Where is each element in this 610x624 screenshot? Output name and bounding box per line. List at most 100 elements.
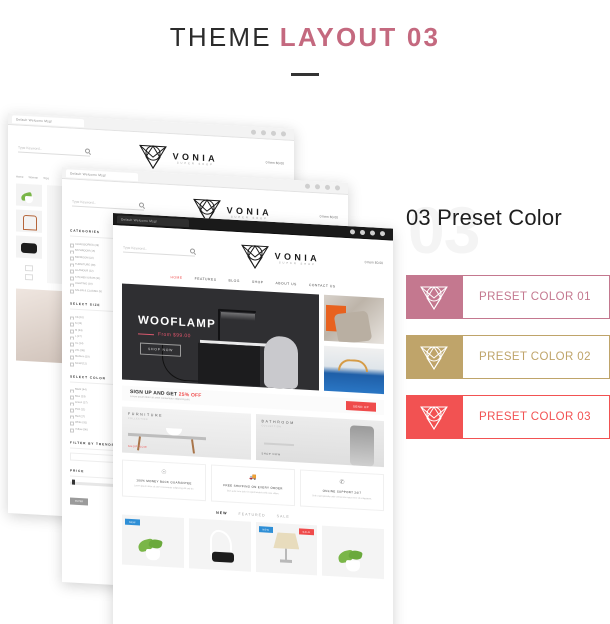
hero-title: WOOFLAMP: [138, 314, 216, 331]
hero-shop-now-button[interactable]: SHOP NOW: [140, 342, 182, 357]
product-card[interactable]: [188, 518, 251, 572]
window-control-dot[interactable]: [360, 229, 365, 236]
window-control-dot[interactable]: [350, 229, 355, 235]
truck-icon: 🚚: [249, 474, 257, 482]
search-icon[interactable]: [139, 202, 144, 208]
chevron-down-icon[interactable]: [25, 273, 33, 281]
thumbnail-nav-arrows[interactable]: [16, 264, 42, 281]
site-logo-front[interactable]: VONIA SUPER SHOP: [240, 241, 320, 274]
preset-swatch-02[interactable]: [406, 335, 462, 379]
promo-signup-button[interactable]: SEND UP: [345, 401, 376, 412]
hero-banner[interactable]: WOOFLAMP From $99.00 SHOP NOW: [122, 283, 319, 391]
category-banner-bathroom[interactable]: BATHROOM COLLECTION SHOP NOW: [255, 413, 384, 468]
category-banner-button[interactable]: SHOP NOW: [128, 445, 147, 449]
category-banner-furniture[interactable]: FURNITURE COLLECTION SHOP NOW: [122, 406, 251, 460]
breadcrumb-item[interactable]: Tops: [43, 176, 49, 180]
slider-handle[interactable]: [72, 480, 75, 486]
search-input-front[interactable]: Type Keyword...: [123, 245, 147, 250]
cart-total-front: 0 Item $0.00: [364, 260, 383, 266]
window-control-dot[interactable]: [271, 130, 276, 136]
window-control-dot[interactable]: [370, 230, 375, 236]
product-thumbnail-list[interactable]: [16, 183, 42, 282]
product-thumbnail[interactable]: [16, 235, 42, 259]
product-card[interactable]: NEW SALE: [255, 522, 318, 576]
service-feature: ☉ 100% MONEY BACK GUARANTEE Lorem ipsum …: [122, 459, 206, 502]
site-logo-back[interactable]: VONIA SUPER SHOP: [138, 141, 218, 174]
nav-item-blog[interactable]: BLOG: [228, 278, 239, 283]
cart-widget-front[interactable]: 0 Item $0.00: [365, 260, 383, 265]
product-thumbnail[interactable]: [16, 209, 42, 233]
preset-label-01[interactable]: PRESET COLOR 01: [462, 275, 610, 319]
browser-window-controls-front[interactable]: [350, 229, 389, 237]
antler-base-decoration: [212, 551, 235, 564]
preset-color-panel: 03 03 Preset Color PRESET COLOR 01 PRESE…: [406, 197, 610, 439]
product-badge-new: NEW: [125, 518, 140, 526]
search-icon[interactable]: [85, 148, 90, 154]
tab-sale[interactable]: SALE: [277, 514, 290, 519]
towel-decoration: [350, 425, 374, 467]
tab-featured[interactable]: FEATURED: [239, 512, 266, 518]
preset-label-02[interactable]: PRESET COLOR 02: [462, 335, 610, 379]
service-feature: ✆ ONLINE SUPPORT 24/7 Sed ut perspiciati…: [300, 469, 384, 512]
window-control-dot[interactable]: [281, 131, 286, 137]
search-icon[interactable]: [190, 248, 195, 254]
chevron-up-icon[interactable]: [25, 264, 33, 272]
browser-window-controls-back[interactable]: [251, 129, 290, 137]
hero-dash-divider: [138, 332, 154, 335]
cart-widget-middle[interactable]: 0 Item $0.00: [320, 214, 338, 219]
product-card[interactable]: NEW: [122, 514, 184, 569]
preset-swatch-03[interactable]: [406, 395, 462, 439]
search-box-back[interactable]: Type Keyword...: [18, 144, 90, 157]
window-control-dot[interactable]: [251, 129, 256, 135]
vonia-diamond-logo-icon: [420, 286, 448, 310]
cart-widget-back[interactable]: 0 Item $0.00: [266, 160, 284, 165]
preset-color-01-row[interactable]: PRESET COLOR 01: [406, 275, 610, 319]
search-input-back[interactable]: Type Keyword...: [18, 145, 42, 150]
page-root: THEME LAYOUT 03 Default Welcome Msg! Type…: [0, 0, 610, 624]
cart-total-middle: 0 Item $0.00: [319, 214, 338, 220]
search-input-middle[interactable]: Type Keyword...: [72, 199, 96, 204]
category-banner-label: FURNITURE: [128, 411, 164, 418]
hero-side-tiles: [324, 294, 384, 395]
category-banner-label: BATHROOM: [261, 419, 295, 426]
nav-item-home[interactable]: HOME: [170, 275, 182, 280]
lamp-shade-decoration: [273, 532, 299, 549]
window-control-dot[interactable]: [335, 185, 340, 191]
tile-pillows[interactable]: [324, 294, 384, 344]
nav-item-contact[interactable]: CONTACT US: [309, 283, 336, 288]
lamp-pole-decoration: [218, 309, 220, 340]
browser-mockup-stack: Default Welcome Msg! Type Keyword... VON…: [0, 95, 400, 624]
service-feature: 🚚 FREE SHIPPING ON EVERY ORDER Duis aute…: [211, 464, 295, 507]
search-box-middle[interactable]: Type Keyword...: [72, 198, 144, 211]
product-thumbnail[interactable]: [16, 183, 42, 207]
product-card[interactable]: [322, 525, 384, 580]
window-control-dot[interactable]: [305, 183, 310, 189]
breadcrumb-item[interactable]: Home: [16, 174, 23, 178]
category-banner-sub: COLLECTION: [128, 417, 148, 421]
nav-item-features[interactable]: FEATURES: [195, 277, 217, 282]
vonia-diamond-logo-icon: [420, 406, 448, 430]
window-control-dot[interactable]: [315, 184, 320, 190]
product-badge-sale: SALE: [298, 528, 315, 536]
preset-color-03-row[interactable]: PRESET COLOR 03: [406, 395, 610, 439]
preset-color-02-row[interactable]: PRESET COLOR 02: [406, 335, 610, 379]
window-control-dot[interactable]: [325, 184, 330, 190]
nav-item-shop[interactable]: SHOP: [252, 280, 264, 285]
browser-mockup-front[interactable]: Default Welcome Msg! Type Keyword... VON…: [113, 213, 393, 624]
search-box-front[interactable]: Type Keyword...: [123, 244, 195, 257]
vonia-diamond-logo-icon: [240, 244, 269, 269]
page-title-part1: THEME: [169, 22, 272, 52]
breadcrumb-item[interactable]: Woman: [28, 175, 38, 180]
nav-item-about[interactable]: ABOUT US: [276, 281, 297, 286]
browser-window-controls-middle[interactable]: [305, 183, 344, 191]
preset-swatch-01[interactable]: [406, 275, 462, 319]
tile-basket[interactable]: [324, 345, 384, 395]
preset-label-03[interactable]: PRESET COLOR 03: [462, 395, 610, 439]
category-banner-button[interactable]: SHOP NOW: [262, 452, 281, 456]
tab-new[interactable]: NEW: [216, 511, 227, 516]
window-control-dot[interactable]: [380, 230, 385, 237]
window-control-dot[interactable]: [261, 130, 266, 136]
chair-decoration: [264, 335, 298, 390]
preset-list: PRESET COLOR 01 PRESET COLOR 02 PRESET C…: [406, 275, 610, 439]
price-filter-button[interactable]: FILTER: [70, 497, 89, 506]
